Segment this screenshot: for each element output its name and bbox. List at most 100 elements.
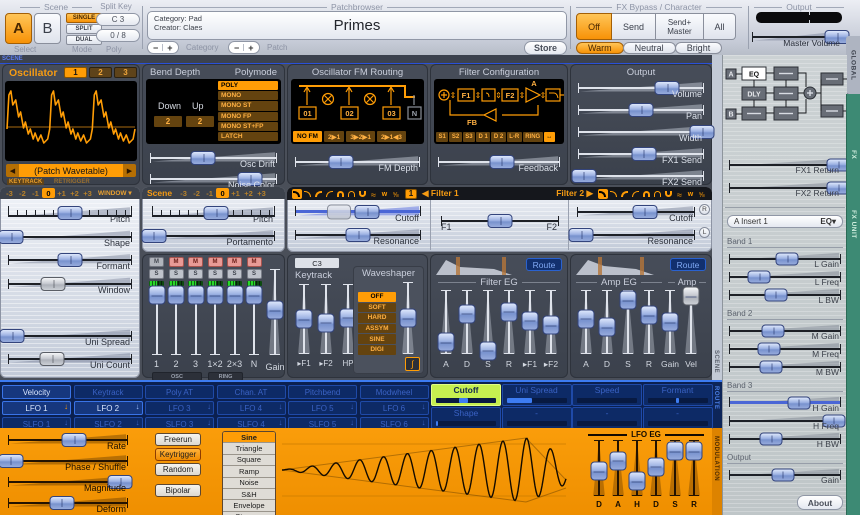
fader-handle[interactable] (148, 286, 165, 305)
mute-button[interactable]: M (247, 257, 262, 267)
slider-handle[interactable] (762, 325, 785, 338)
slider-handle[interactable] (764, 289, 787, 302)
solo-button[interactable]: S (149, 269, 164, 279)
slider-handle[interactable] (569, 228, 594, 242)
slider-handle[interactable] (760, 361, 783, 374)
polymode-option[interactable]: LATCH (218, 132, 278, 141)
fm-mode-button[interactable]: 2▶1 (324, 131, 344, 142)
filter-config-button[interactable]: S3 (463, 132, 475, 142)
slider[interactable]: L Freq (727, 267, 843, 285)
polymode-option[interactable]: MONO ST+FP (218, 122, 278, 131)
slider[interactable]: FX1 Send (576, 144, 706, 165)
lfo-trigger-button[interactable]: Keytrigger (155, 448, 201, 461)
slider-handle[interactable] (49, 496, 74, 510)
amp-eg-route-button[interactable]: Route (670, 258, 706, 271)
fm-mode-button[interactable]: 2▶1◀3 (377, 131, 406, 142)
filter-type-icon[interactable] (292, 189, 302, 199)
slider-handle[interactable] (58, 253, 83, 267)
mod-lfo-cell[interactable]: LFO 1↓ (2, 401, 71, 415)
filter-type-icon[interactable] (380, 189, 390, 199)
mod-lfo-cell[interactable]: LFO 2↓ (74, 401, 143, 415)
patch-prev-next[interactable]: −+ (228, 41, 260, 54)
fader-handle[interactable] (686, 442, 703, 461)
slider[interactable]: FM Depth (293, 152, 422, 173)
channel-fader[interactable] (226, 285, 243, 357)
lfo-eg-fader[interactable] (647, 438, 665, 498)
fader-handle[interactable] (620, 291, 637, 310)
filter-type-icon[interactable] (347, 189, 357, 199)
slider[interactable]: Feedback (436, 152, 562, 173)
waveshaper-type-option[interactable]: HARD (358, 313, 396, 323)
mod-source-cell[interactable]: Modwheel (360, 385, 429, 399)
fader-handle[interactable] (648, 457, 665, 476)
fm-mode-button[interactable]: 3▶2▶1 (346, 131, 375, 142)
filter-type-icon[interactable] (303, 189, 313, 199)
lfo-shape-option[interactable]: Noise (223, 478, 275, 489)
fader-handle[interactable] (599, 318, 616, 337)
filter-type-icon[interactable] (336, 189, 346, 199)
lfo-eg-fader[interactable] (666, 438, 684, 498)
eg-fader[interactable] (682, 288, 700, 356)
waveshaper-drive-fader[interactable] (399, 280, 417, 356)
mute-button[interactable]: M (227, 257, 242, 267)
filter2-link-r-button[interactable]: R (699, 204, 710, 215)
mute-button[interactable]: M (208, 257, 223, 267)
slider[interactable]: Phase / Shuffle (6, 451, 130, 472)
slider-handle[interactable] (748, 271, 771, 284)
eg-fader[interactable] (521, 288, 539, 356)
waveshaper-type-option[interactable]: OFF (358, 292, 396, 302)
slider-handle[interactable] (760, 433, 783, 446)
filter1-subtype[interactable]: 1 (405, 189, 417, 199)
master-volume[interactable]: Master Volume (750, 27, 844, 48)
slider[interactable]: Rate (6, 430, 130, 451)
eg-fader[interactable] (619, 288, 637, 356)
filter-type-icon[interactable] (642, 189, 652, 199)
filter-type-icon[interactable] (609, 189, 619, 199)
mod-lfo-cell[interactable]: LFO 5↓ (288, 401, 357, 415)
octave-button[interactable]: +2 (242, 188, 255, 198)
bend-up-value[interactable]: 2 (186, 116, 214, 127)
osc-select-button[interactable]: 3 (114, 67, 137, 78)
slider-handle[interactable] (631, 147, 656, 161)
slider[interactable]: Volume (576, 78, 706, 99)
octave-button[interactable]: -2 (190, 188, 203, 198)
scene-b-button[interactable]: B (34, 13, 61, 44)
solo-button[interactable]: S (208, 269, 223, 279)
slider-handle[interactable] (58, 206, 83, 220)
slider-handle[interactable] (0, 230, 24, 244)
solo-button[interactable]: S (227, 269, 242, 279)
fx-bypass-sendmaster-button[interactable]: Send+Master (656, 13, 704, 40)
mod-route-slot[interactable]: Cutoff (431, 384, 501, 406)
slider[interactable]: Deform (6, 493, 130, 514)
solo-button[interactable]: S (247, 269, 262, 279)
eg-fader[interactable] (458, 288, 476, 356)
poly-value[interactable]: 0 / 8 (96, 29, 140, 42)
filter-type-icon[interactable] (697, 189, 707, 199)
character-button[interactable]: Neutral (623, 42, 676, 54)
slider[interactable]: H Gain (727, 393, 843, 411)
lfo-eg-fader[interactable] (628, 438, 646, 498)
lfo-shape-option[interactable]: Sine (223, 432, 275, 443)
lfo-eg-fader[interactable] (590, 438, 608, 498)
slider[interactable]: H BW (727, 429, 843, 447)
eg-fader[interactable] (661, 288, 679, 356)
filter2-label[interactable]: Filter 2 ▶ (556, 188, 593, 199)
slider-handle[interactable] (355, 205, 380, 219)
fader-handle[interactable] (629, 472, 646, 491)
slider[interactable]: Formant (6, 250, 134, 271)
fader-handle[interactable] (266, 301, 283, 320)
fx-insert-selector[interactable]: A Insert 1 EQ▾ (727, 215, 843, 228)
filter-eg-route-button[interactable]: Route (526, 258, 562, 271)
fx-bypass-off-button[interactable]: Off (576, 13, 612, 40)
keytrack-fader[interactable] (295, 282, 313, 356)
slider[interactable]: M Gain (727, 321, 843, 339)
filter-type-icon[interactable] (391, 189, 401, 199)
gain-fader[interactable] (266, 267, 283, 357)
keytrack-toggle[interactable]: KEYTRACK (7, 179, 44, 185)
category-prev-next[interactable]: −+ (147, 41, 179, 54)
octave-button[interactable]: -1 (203, 188, 216, 198)
filter-config-button[interactable]: S2 (449, 132, 461, 142)
slider[interactable]: FX1 Return (727, 155, 843, 173)
slider-handle[interactable] (141, 229, 166, 243)
slider[interactable]: Pitch (6, 203, 134, 224)
